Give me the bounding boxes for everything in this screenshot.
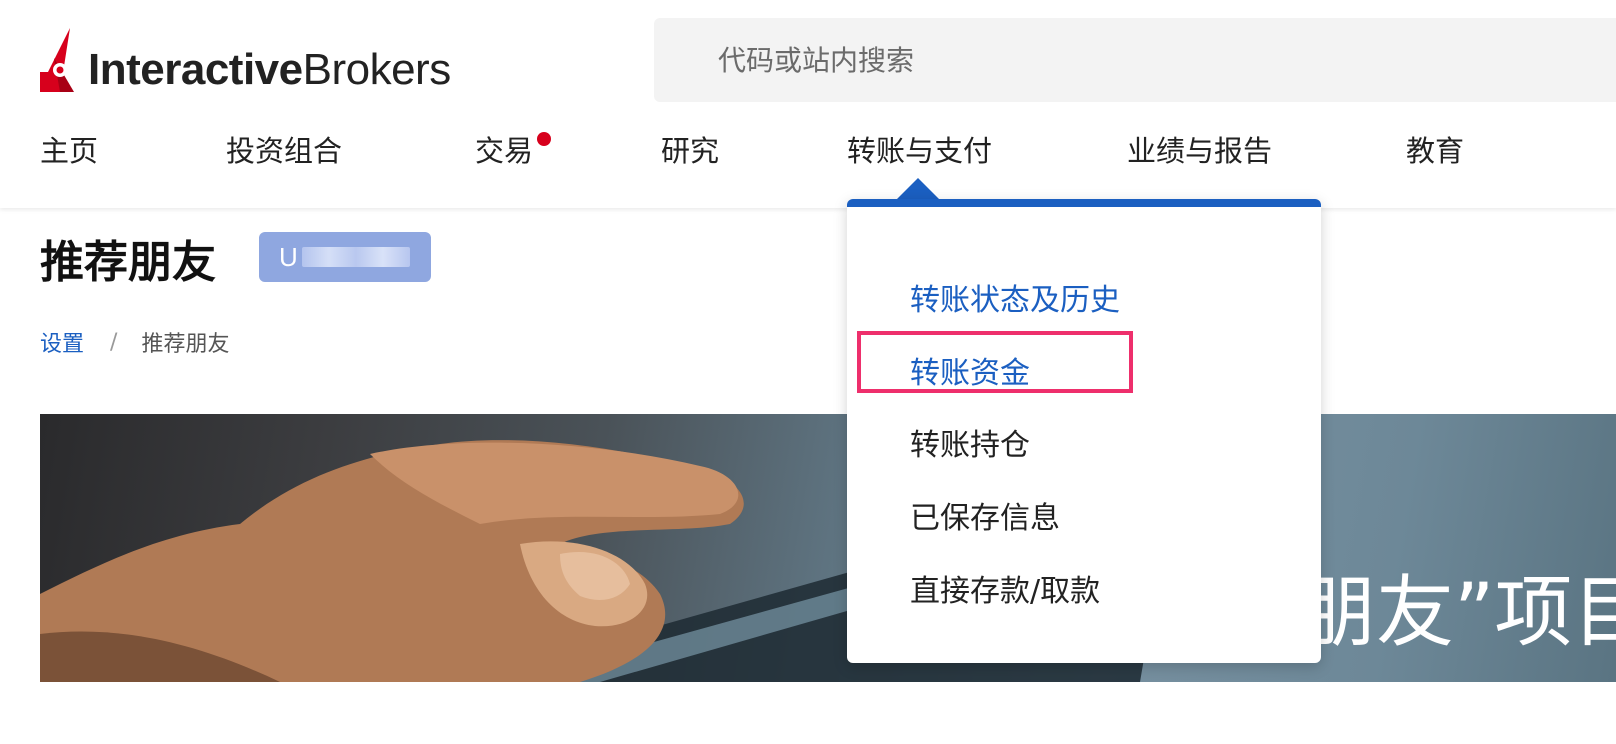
nav-item-portfolio[interactable]: 投资组合 xyxy=(226,128,342,170)
notification-dot xyxy=(537,132,551,146)
logo-text: InteractiveBrokers xyxy=(88,48,451,94)
nav-item-trade[interactable]: 交易 xyxy=(475,128,533,170)
banner-headline: 朋友”项目 xyxy=(1298,568,1616,658)
account-number-redacted xyxy=(301,247,410,267)
menu-item-direct-deposit-withdrawal[interactable]: 直接存款/取款 xyxy=(910,566,1100,610)
ib-logo[interactable]: InteractiveBrokers xyxy=(40,24,451,94)
menu-item-transfer-status-history[interactable]: 转账状态及历史 xyxy=(910,275,1120,319)
search-bar xyxy=(654,18,1616,102)
breadcrumb-settings-link[interactable]: 设置 xyxy=(40,326,84,358)
menu-item-transfer-funds[interactable]: 转账资金 xyxy=(910,348,1030,392)
dropdown-caret xyxy=(896,178,940,200)
ib-logo-icon xyxy=(40,28,74,92)
breadcrumb-separator: / xyxy=(110,329,118,355)
logo-text-light: Brokers xyxy=(302,45,452,94)
top-header: InteractiveBrokers 主页 投资组合 交易 研究 转账与支付 业… xyxy=(0,0,1616,208)
nav-item-transfer-pay[interactable]: 转账与支付 xyxy=(847,128,992,170)
nav-item-education[interactable]: 教育 xyxy=(1406,128,1464,170)
search-input[interactable] xyxy=(718,43,1518,77)
nav-item-performance-reports[interactable]: 业绩与报告 xyxy=(1127,128,1272,170)
nav-item-home[interactable]: 主页 xyxy=(40,128,98,170)
menu-item-saved-information[interactable]: 已保存信息 xyxy=(910,493,1060,537)
account-prefix: U xyxy=(279,241,298,272)
logo-text-bold: Interactive xyxy=(88,45,303,94)
breadcrumb-current: 推荐朋友 xyxy=(141,332,230,357)
breadcrumb: 设置 / 推荐朋友 xyxy=(40,326,229,358)
account-badge: U xyxy=(259,232,431,282)
page-title: 推荐朋友 xyxy=(40,237,216,288)
hero-banner: 朋友”项目 xyxy=(40,414,1616,682)
menu-item-transfer-positions[interactable]: 转账持仓 xyxy=(910,420,1030,464)
transfer-pay-dropdown-menu: 转账状态及历史 转账资金 转账持仓 已保存信息 直接存款/取款 xyxy=(847,199,1321,663)
nav-item-research[interactable]: 研究 xyxy=(661,128,719,170)
